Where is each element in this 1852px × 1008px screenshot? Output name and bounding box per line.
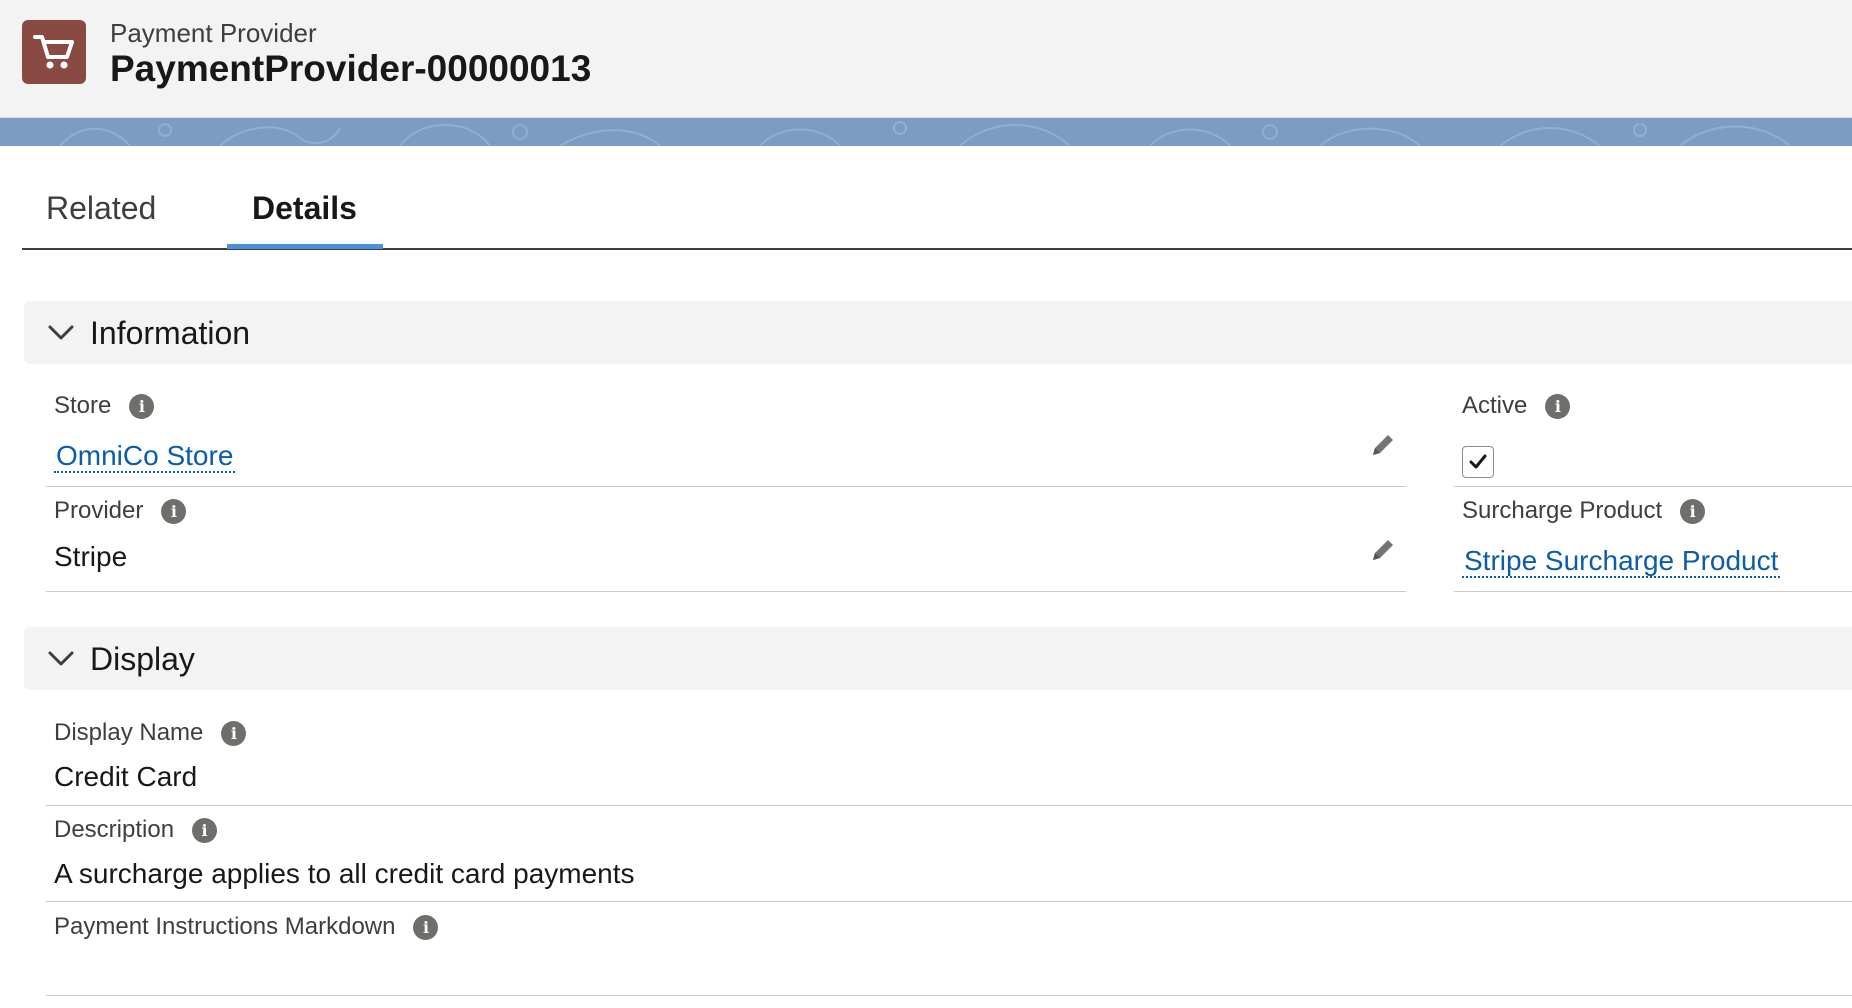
display-name-value: Credit Card [54, 761, 198, 792]
record-tabs: Related Details [22, 170, 1852, 250]
description-field: Description i A surcharge applies to all… [46, 816, 1852, 902]
surcharge-product-field: Surcharge Product i Stripe Surcharge Pro… [1454, 497, 1852, 592]
provider-value: Stripe [54, 541, 128, 572]
section-title-display: Display [90, 641, 195, 677]
active-tab-indicator [227, 244, 383, 249]
checkmark-icon [1469, 454, 1487, 469]
pencil-edit-icon[interactable] [1368, 535, 1398, 565]
record-title: PaymentProvider-00000013 [110, 48, 592, 89]
object-type-label: Payment Provider [110, 18, 317, 48]
chevron-down-icon [48, 651, 74, 666]
payment-instructions-field: Payment Instructions Markdown i [46, 913, 1852, 996]
decorative-banner [0, 118, 1852, 146]
display-name-field: Display Name i Credit Card [46, 719, 1852, 806]
surcharge-product-value: Stripe Surcharge Product [1462, 545, 1781, 578]
store-value: OmniCo Store [54, 440, 236, 473]
active-field: Active i [1454, 392, 1852, 487]
info-icon[interactable]: i [413, 914, 439, 940]
pencil-edit-icon[interactable] [1368, 430, 1398, 460]
section-header-information[interactable]: Information [24, 301, 1852, 364]
tab-details[interactable]: Details [252, 190, 357, 248]
info-icon[interactable]: i [161, 498, 187, 524]
active-checkbox[interactable] [1462, 446, 1494, 478]
shopping-cart-icon [22, 20, 86, 84]
field-label: Store i [54, 392, 155, 420]
field-label: Surcharge Product i [1462, 497, 1706, 525]
info-icon[interactable]: i [1680, 498, 1706, 524]
store-link[interactable]: OmniCo Store [54, 440, 236, 473]
section-header-display[interactable]: Display [24, 627, 1852, 690]
surcharge-product-link[interactable]: Stripe Surcharge Product [1462, 545, 1781, 578]
info-icon[interactable]: i [221, 720, 247, 746]
info-icon[interactable]: i [192, 817, 218, 843]
record-header: Payment Provider PaymentProvider-0000001… [0, 0, 1852, 118]
field-label: Description i [54, 816, 218, 844]
field-label: Provider i [54, 497, 187, 525]
tab-related[interactable]: Related [46, 190, 156, 248]
field-label: Active i [1462, 392, 1571, 420]
info-icon[interactable]: i [1545, 393, 1571, 419]
chevron-down-icon [48, 325, 74, 340]
store-field: Store i OmniCo Store [46, 392, 1406, 487]
provider-field: Provider i Stripe [46, 497, 1406, 592]
field-label: Display Name i [54, 719, 247, 747]
field-label: Payment Instructions Markdown i [54, 913, 439, 941]
description-value: A surcharge applies to all credit card p… [54, 858, 635, 889]
info-icon[interactable]: i [129, 393, 155, 419]
section-title-information: Information [90, 315, 251, 351]
